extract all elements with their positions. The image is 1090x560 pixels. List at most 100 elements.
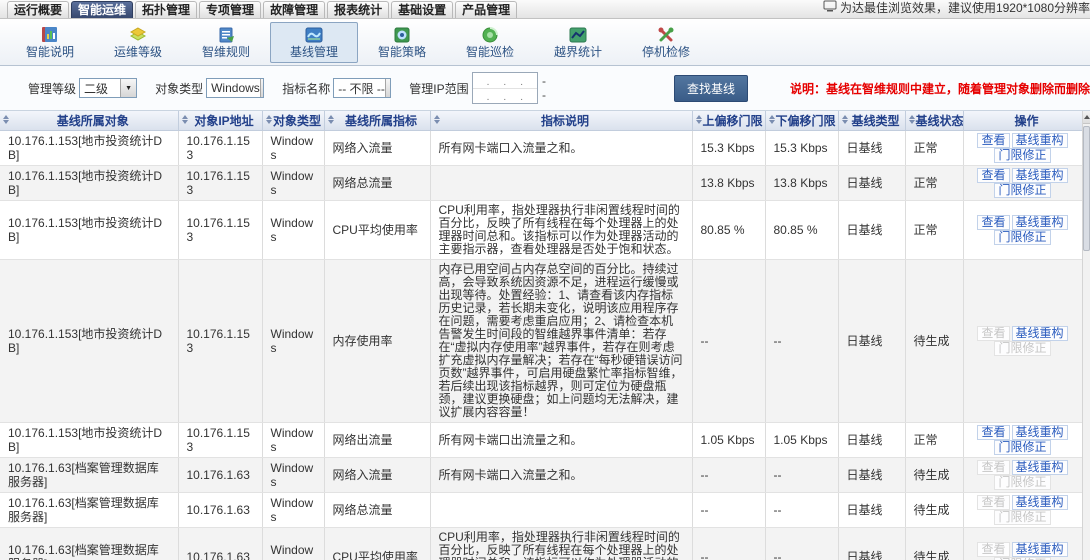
toolbar-item-rules[interactable]: 智维规则 xyxy=(182,22,270,63)
object-type-select[interactable]: Windows ▼ xyxy=(206,78,264,98)
baseline-note: 说明：基线在智维规则中建立，随着管理对象删除而删除 xyxy=(790,80,1090,97)
view-link[interactable]: 查看 xyxy=(977,425,1009,440)
menu-tab[interactable]: 产品管理 xyxy=(455,1,517,18)
mgmt-level-value: 二级 xyxy=(84,80,108,97)
cell-object: 10.176.1.63[档案管理数据库服务器] xyxy=(0,528,178,560)
threshold-link[interactable]: 门限修正 xyxy=(994,230,1050,245)
column-header[interactable]: 基线所属对象 xyxy=(0,111,178,131)
cell-metric: 网络入流量 xyxy=(324,131,430,166)
column-header[interactable]: 指标说明 xyxy=(430,111,692,131)
filter-bar: 管理等级 二级 ▼ 对象类型 Windows ▼ 指标名称 -- 不限 -- ▼… xyxy=(0,66,1090,111)
cell-type: Windows xyxy=(262,131,324,166)
column-header[interactable]: 操作 xyxy=(963,111,1082,131)
rebuild-link[interactable]: 基线重构 xyxy=(1012,495,1068,510)
mgmt-level-label: 管理等级 xyxy=(28,80,76,97)
cell-lower: -- xyxy=(765,493,838,528)
cell-type: Windows xyxy=(262,423,324,458)
cell-ip: 10.176.1.63 xyxy=(178,458,262,493)
cell-lower: 13.8 Kbps xyxy=(765,166,838,201)
cell-metric: CPU平均使用率 xyxy=(324,528,430,560)
chevron-down-icon: ▼ xyxy=(120,79,136,97)
rebuild-link[interactable]: 基线重构 xyxy=(1012,542,1068,557)
toolbar-item-maintenance[interactable]: 停机检修 xyxy=(622,22,710,63)
mgmt-level-select[interactable]: 二级 ▼ xyxy=(79,78,137,98)
ip-range-input[interactable]: ... ... xyxy=(472,72,538,104)
baseline-table: 基线所属对象对象IP地址对象类型基线所属指标指标说明上偏移门限下偏移门限基线类型… xyxy=(0,111,1083,560)
threshold-link[interactable]: 门限修正 xyxy=(994,440,1050,455)
cell-desc: 所有网卡端口出流量之和。 xyxy=(430,423,692,458)
toolbar-item-baseline[interactable]: 基线管理 xyxy=(270,22,358,63)
menu-tab[interactable]: 智能运维 xyxy=(71,1,133,18)
column-header[interactable]: 对象IP地址 xyxy=(178,111,262,131)
search-baseline-button[interactable]: 查找基线 xyxy=(674,75,748,102)
column-header[interactable]: 基线状态 xyxy=(905,111,963,131)
toolbar-item-smart-info[interactable]: 智能说明 xyxy=(6,22,94,63)
toolbar: 智能说明运维等级智维规则基线管理智能策略智能巡检越界统计停机检修 xyxy=(0,19,1090,66)
menu-tabs: 运行概要智能运维拓扑管理专项管理故障管理报表统计基础设置产品管理 xyxy=(6,1,518,18)
ip-range-row-start[interactable]: ... xyxy=(473,73,537,88)
toolbar-item-inspection[interactable]: 智能巡检 xyxy=(446,22,534,63)
menu-tab[interactable]: 专项管理 xyxy=(199,1,261,18)
table-row: 10.176.1.153[地市投资统计DB]10.176.1.153Window… xyxy=(0,131,1082,166)
cell-object: 10.176.1.153[地市投资统计DB] xyxy=(0,131,178,166)
toolbar-item-label: 智能策略 xyxy=(359,46,445,59)
rebuild-link[interactable]: 基线重构 xyxy=(1012,460,1068,475)
column-header-label: 操作 xyxy=(1014,114,1038,128)
resolution-notice: 为达最佳浏览效果，建议使用1920*1080分辨率 xyxy=(823,0,1090,18)
metric-name-select[interactable]: -- 不限 -- ▼ xyxy=(333,78,391,98)
cell-type: Windows xyxy=(262,260,324,423)
vertical-scrollbar[interactable] xyxy=(1082,111,1090,560)
threshold-link: 门限修正 xyxy=(994,475,1050,490)
cell-btype: 日基线 xyxy=(838,423,905,458)
view-link[interactable]: 查看 xyxy=(977,215,1009,230)
threshold-link[interactable]: 门限修正 xyxy=(994,148,1050,163)
menu-tab[interactable]: 故障管理 xyxy=(263,1,325,18)
ip-range-row-end[interactable]: ... xyxy=(473,88,537,103)
cell-type: Windows xyxy=(262,458,324,493)
scrollbar-thumb[interactable] xyxy=(1083,126,1090,251)
toolbar-item-ops-level[interactable]: 运维等级 xyxy=(94,22,182,63)
rebuild-link[interactable]: 基线重构 xyxy=(1012,133,1068,148)
cell-ip: 10.176.1.153 xyxy=(178,260,262,423)
menu-tab[interactable]: 运行概要 xyxy=(7,1,69,18)
cell-upper: 1.05 Kbps xyxy=(692,423,765,458)
cell-upper: 80.85 % xyxy=(692,201,765,260)
column-header[interactable]: 上偏移门限 xyxy=(692,111,765,131)
column-header[interactable]: 对象类型 xyxy=(262,111,324,131)
menu-tab[interactable]: 基础设置 xyxy=(391,1,453,18)
threshold-link: 门限修正 xyxy=(994,341,1050,356)
column-header[interactable]: 下偏移门限 xyxy=(765,111,838,131)
threshold-link[interactable]: 门限修正 xyxy=(994,183,1050,198)
scroll-up-button[interactable] xyxy=(1083,111,1090,124)
cell-type: Windows xyxy=(262,166,324,201)
object-type-value: Windows xyxy=(211,81,260,95)
toolbar-item-strategy[interactable]: 智能策略 xyxy=(358,22,446,63)
inspection-icon xyxy=(447,25,533,45)
cell-actions: 查看基线重构门限修正 xyxy=(963,528,1082,560)
smart-info-icon xyxy=(7,25,93,45)
baseline-table-area: 基线所属对象对象IP地址对象类型基线所属指标指标说明上偏移门限下偏移门限基线类型… xyxy=(0,111,1090,560)
table-row: 10.176.1.153[地市投资统计DB]10.176.1.153Window… xyxy=(0,423,1082,458)
cell-actions: 查看基线重构门限修正 xyxy=(963,131,1082,166)
column-header[interactable]: 基线所属指标 xyxy=(324,111,430,131)
rebuild-link[interactable]: 基线重构 xyxy=(1012,326,1068,341)
rebuild-link[interactable]: 基线重构 xyxy=(1012,168,1068,183)
toolbar-item-label: 智维规则 xyxy=(183,46,269,59)
cell-object: 10.176.1.153[地市投资统计DB] xyxy=(0,260,178,423)
cell-status: 待生成 xyxy=(905,458,963,493)
column-header[interactable]: 基线类型 xyxy=(838,111,905,131)
ip-range-label: 管理IP范围 xyxy=(409,80,468,97)
rebuild-link[interactable]: 基线重构 xyxy=(1012,215,1068,230)
rebuild-link[interactable]: 基线重构 xyxy=(1012,425,1068,440)
cell-btype: 日基线 xyxy=(838,528,905,560)
toolbar-item-boundary[interactable]: 越界统计 xyxy=(534,22,622,63)
view-link[interactable]: 查看 xyxy=(977,133,1009,148)
cell-status: 待生成 xyxy=(905,493,963,528)
cell-desc: CPU利用率，指处理器执行非闲置线程时间的百分比，反映了所有线程在每个处理器上的… xyxy=(430,528,692,560)
menu-tab[interactable]: 拓扑管理 xyxy=(135,1,197,18)
cell-upper: 13.8 Kbps xyxy=(692,166,765,201)
cell-ip: 10.176.1.153 xyxy=(178,423,262,458)
view-link[interactable]: 查看 xyxy=(977,168,1009,183)
sort-icon xyxy=(696,115,702,124)
menu-tab[interactable]: 报表统计 xyxy=(327,1,389,18)
